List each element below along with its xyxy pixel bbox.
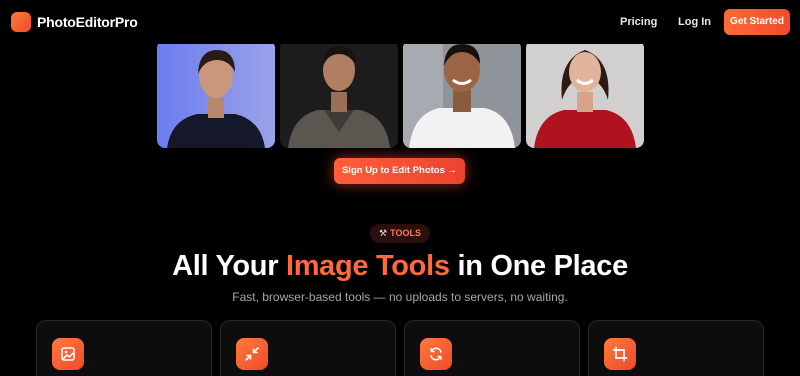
compress-icon <box>236 338 268 370</box>
crop-icon <box>604 338 636 370</box>
section-subheading: Fast, browser-based tools — no uploads t… <box>232 290 568 304</box>
tools-badge-label: TOOLS <box>390 228 421 238</box>
tool-card-image[interactable] <box>36 320 212 376</box>
hammer-wrench-icon: ⚒ <box>379 228 388 238</box>
portrait-photo <box>403 40 521 148</box>
sign-up-edit-photos-button[interactable]: Sign Up to Edit Photos → <box>334 158 465 184</box>
nav-link-login[interactable]: Log In <box>678 16 711 28</box>
tool-card-crop[interactable] <box>588 320 764 376</box>
logo-icon[interactable] <box>11 12 31 32</box>
image-icon <box>52 338 84 370</box>
tools-badge: ⚒ TOOLS <box>370 224 430 243</box>
get-started-button[interactable]: Get Started <box>724 9 790 35</box>
tool-card-compress[interactable] <box>220 320 396 376</box>
nav-link-pricing[interactable]: Pricing <box>620 16 657 28</box>
top-navbar: PhotoEditorPro Pricing Log In Get Starte… <box>0 0 800 44</box>
rotate-icon <box>420 338 452 370</box>
portrait-photo <box>280 40 398 148</box>
portrait-photo <box>526 40 644 148</box>
portrait-photo <box>157 40 275 148</box>
headline-accent: Image Tools <box>285 250 450 282</box>
section-headline: All Your Image Tools in One Place <box>0 250 800 283</box>
headline-post: in One Place <box>449 250 628 282</box>
brand-name[interactable]: PhotoEditorPro <box>37 14 138 30</box>
headline-pre: All Your <box>172 250 286 282</box>
tool-card-rotate[interactable] <box>404 320 580 376</box>
